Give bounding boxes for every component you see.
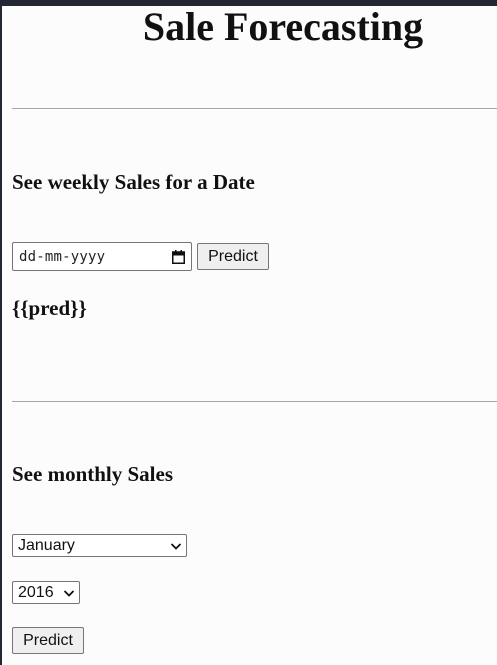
calendar-icon[interactable]	[172, 249, 185, 264]
page-title: Sale Forecasting	[142, 4, 424, 49]
month-select-value: January	[18, 536, 75, 554]
monthly-sales-heading: See monthly Sales	[12, 462, 174, 486]
window-left-edge	[0, 6, 2, 665]
year-select-value: 2016	[18, 583, 54, 601]
divider-top	[12, 108, 497, 109]
weekly-sales-heading: See weekly Sales for a Date	[12, 170, 255, 194]
date-input-placeholder: dd-mm-yyyy	[19, 248, 106, 265]
divider-middle	[12, 401, 497, 402]
date-input[interactable]: dd-mm-yyyy	[12, 242, 192, 271]
weekly-predict-button[interactable]: Predict	[197, 243, 269, 270]
month-select[interactable]: January	[12, 534, 187, 557]
chevron-down-icon	[63, 589, 75, 597]
monthly-predict-button[interactable]: Predict	[12, 627, 84, 654]
prediction-output: {{pred}}	[12, 296, 87, 320]
year-select[interactable]: 2016	[12, 581, 80, 604]
chevron-down-icon	[170, 542, 182, 550]
